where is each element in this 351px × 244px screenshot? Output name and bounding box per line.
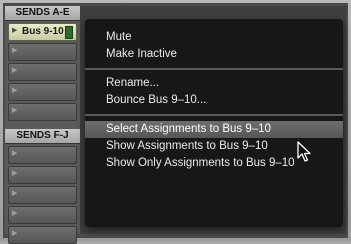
menu-item[interactable]: Rename... [85,75,343,92]
send-level-indicator [65,26,73,39]
send-triangle-icon: ▶ [12,170,18,177]
menu-item[interactable]: Make Inactive [85,46,343,63]
send-triangle-icon: ▶ [12,190,18,197]
send-slot-b[interactable]: ▶ [8,43,77,61]
send-slot-h[interactable]: ▶ [8,186,77,204]
send-triangle-icon: ▶ [12,230,18,237]
sends-column: SENDS A-E ▶ Bus 9-10 ▶ ▶ ▶ ▶ SENDS F-J ▶… [5,6,80,244]
menu-separator [85,114,343,116]
send-slot-c[interactable]: ▶ [8,63,77,81]
send-slot-e[interactable]: ▶ [8,103,77,121]
send-slot-g[interactable]: ▶ [8,166,77,184]
send-triangle-icon: ▶ [12,47,18,54]
context-menu: Mute Make Inactive Rename... Bounce Bus 9–1… [85,19,343,227]
menu-item[interactable]: Bounce Bus 9–10... [85,92,343,109]
send-triangle-icon: ▶ [12,150,18,157]
menu-item[interactable]: Mute [85,29,343,46]
send-slot-a[interactable]: ▶ Bus 9-10 [8,23,77,41]
send-triangle-icon: ▶ [12,87,18,94]
send-triangle-icon: ▶ [12,67,18,74]
send-slot-label: Bus 9-10 [22,26,64,37]
send-triangle-icon: ▶ [12,27,18,34]
send-slot-j[interactable]: ▶ [8,226,77,244]
sends-a-e-header: SENDS A-E [5,6,80,21]
menu-separator [85,68,343,70]
send-triangle-icon: ▶ [12,107,18,114]
arrow-pointer-icon [297,141,311,162]
menu-item-highlighted[interactable]: Select Assignments to Bus 9–10 [85,121,343,138]
sends-f-j-header: SENDS F-J [5,129,80,144]
send-slot-f[interactable]: ▶ [8,146,77,164]
send-triangle-icon: ▶ [12,210,18,217]
send-slot-i[interactable]: ▶ [8,206,77,224]
send-slot-d[interactable]: ▶ [8,83,77,101]
